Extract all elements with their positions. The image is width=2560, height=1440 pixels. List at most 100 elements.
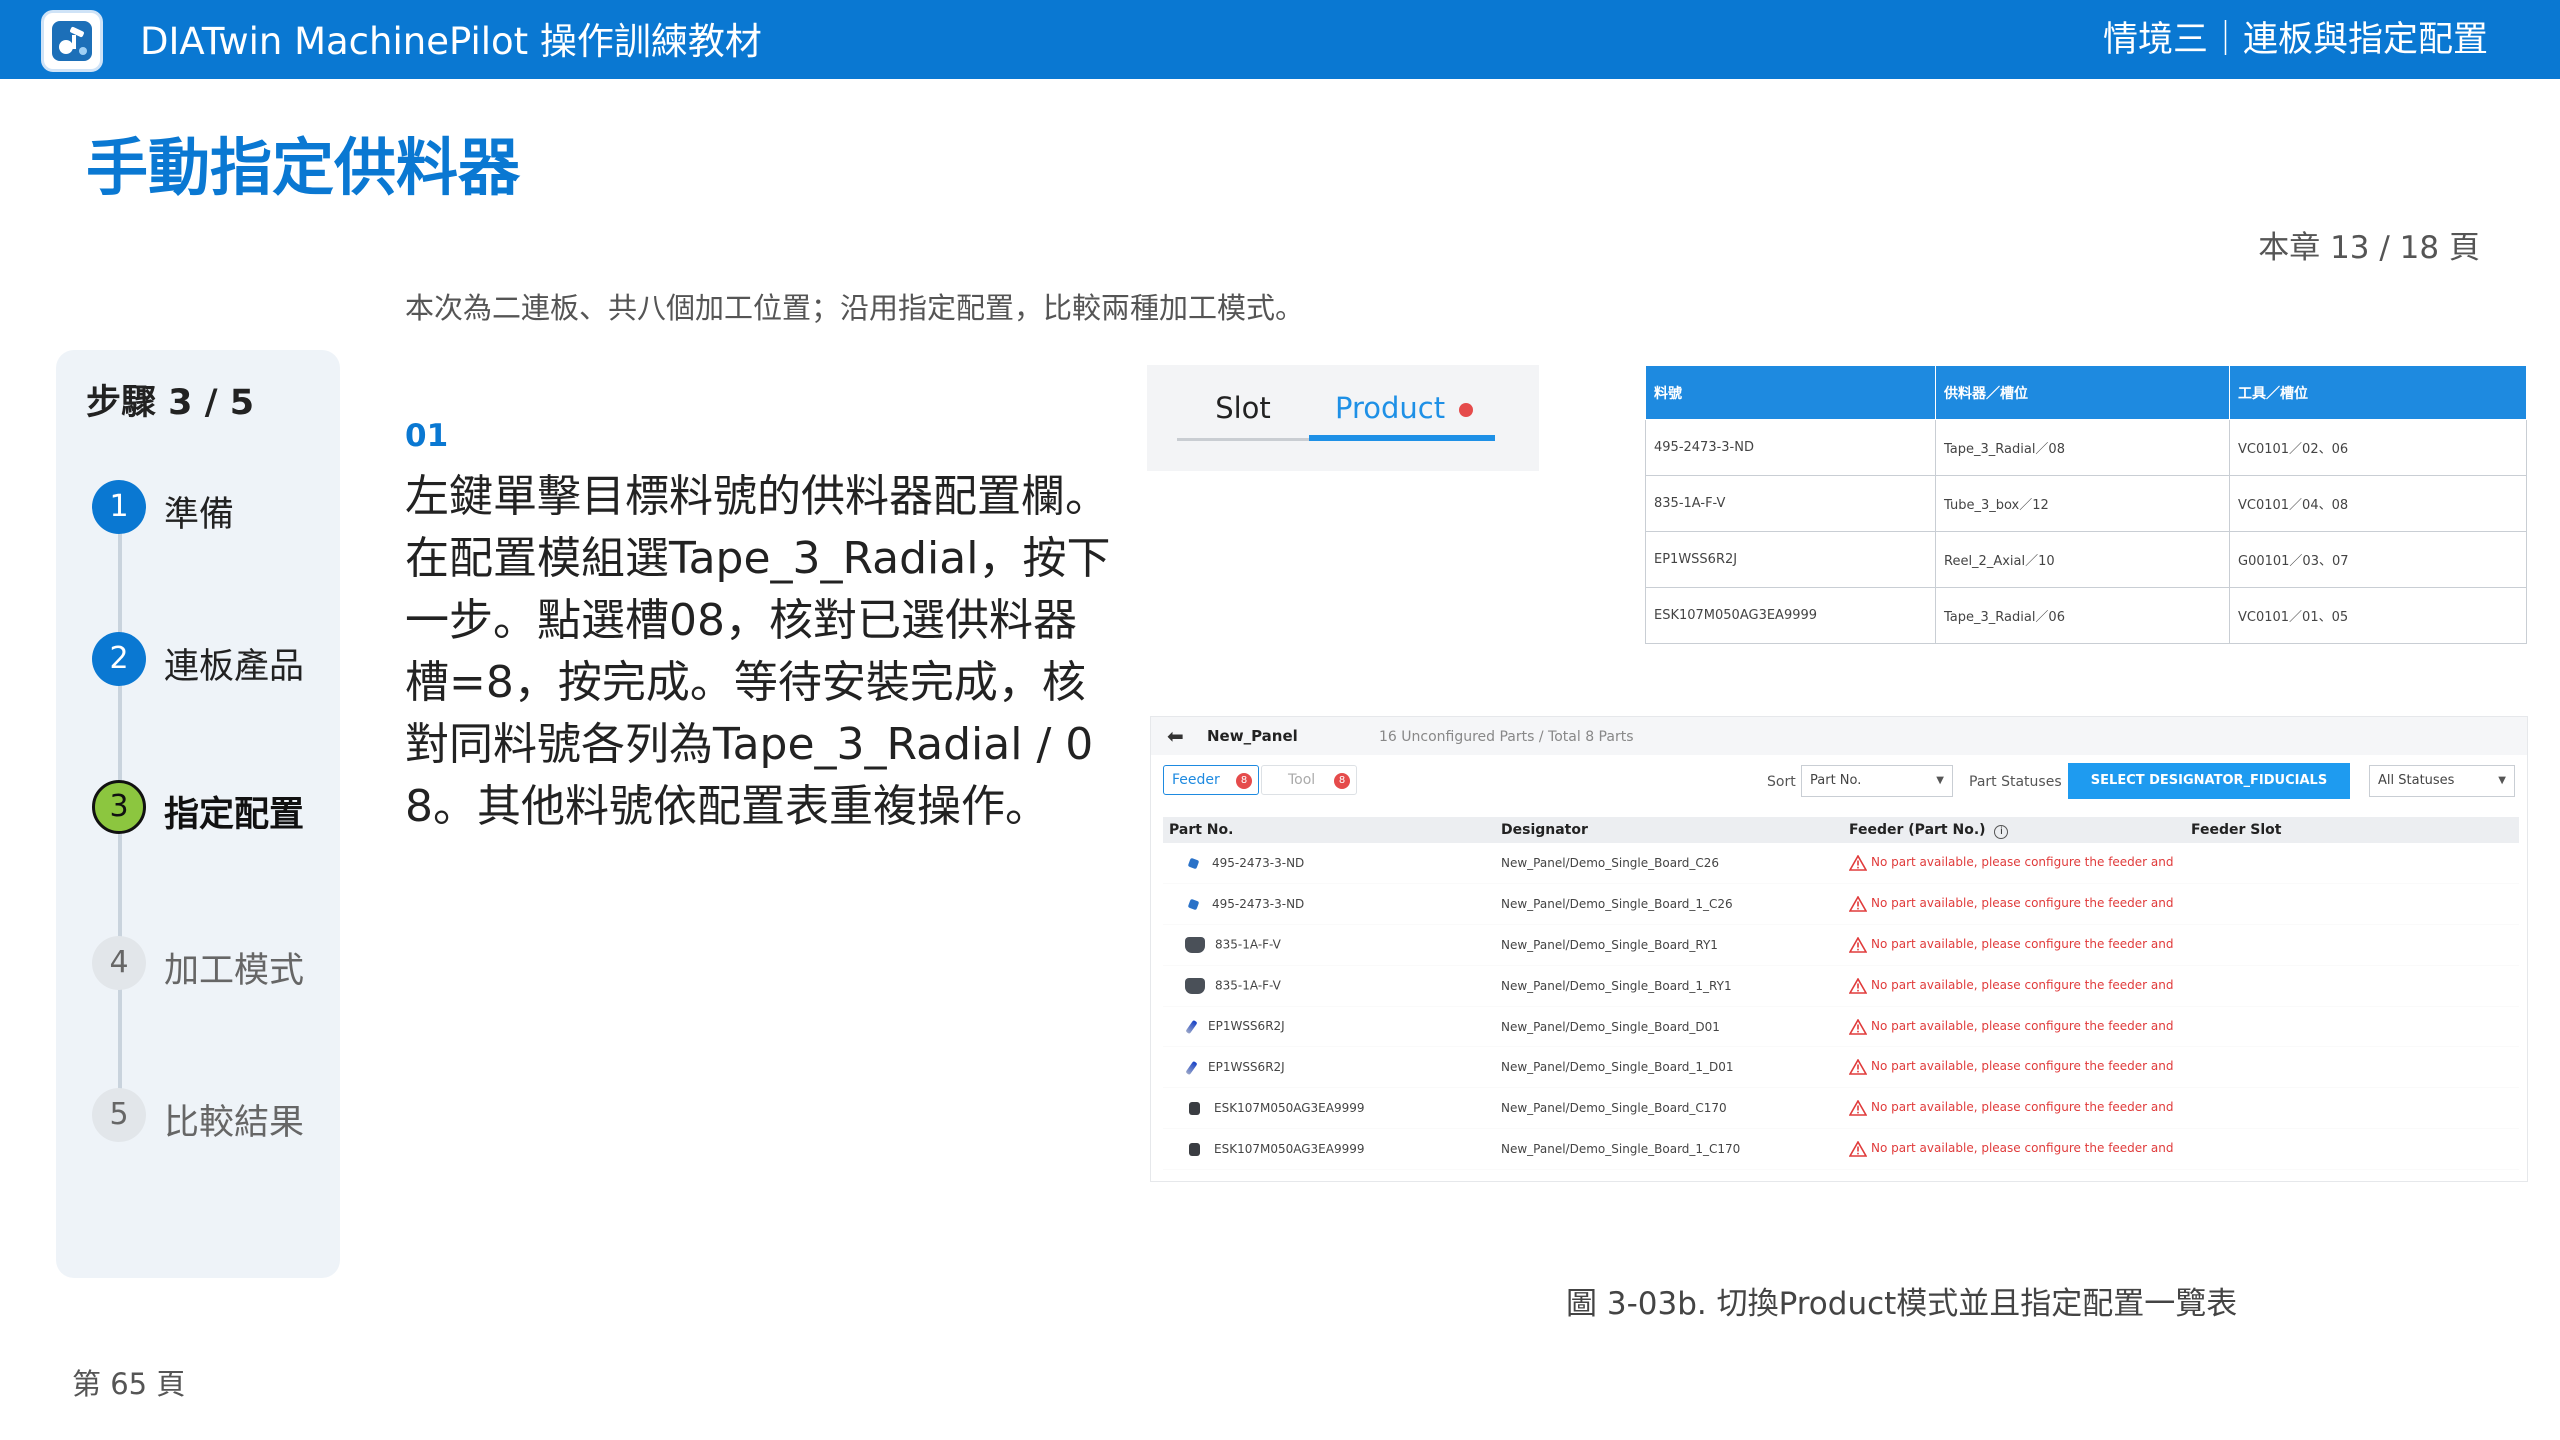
warning-icon [1849, 896, 1867, 912]
table-cell: ESK107M050AG3EA9999 [1645, 587, 1936, 644]
step-label: 指定配置 [164, 795, 305, 835]
part-number: ESK107M050AG3EA9999 [1214, 1101, 1365, 1116]
step-item-compare-results[interactable]: 5 比較結果 [92, 1088, 332, 1144]
panel-toolbar: Feeder 8 Tool 8 Sort Part No. ▼ Part Sta… [1151, 755, 2527, 807]
status-filter-select[interactable]: All Statuses ▼ [2369, 765, 2515, 797]
table-row[interactable]: 495-2473-3-ND New_Panel/Demo_Single_Board… [1163, 843, 2519, 885]
feeder-slot-cell[interactable] [2185, 1087, 2519, 1130]
sort-label: Sort [1767, 774, 1796, 790]
table-header-row: Part No. Designator Feeder (Part No.) i … [1163, 817, 2519, 843]
table-row: EP1WSS6R2J Reel_2_Axial／10 G00101／03、07 [1645, 531, 2527, 588]
step-item-assign-config[interactable]: 3 指定配置 [92, 780, 332, 836]
parts-table: Part No. Designator Feeder (Part No.) i … [1163, 817, 2519, 1170]
designator-cell: New_Panel/Demo_Single_Board_1_D01 [1495, 1046, 1843, 1089]
step-counter: 步驟 3 / 5 [86, 383, 255, 423]
feeder-cell[interactable]: No part available, please configure the … [1843, 1087, 2185, 1130]
feeder-cell[interactable]: No part available, please configure the … [1843, 843, 2185, 885]
feeder-warning-text: No part available, please configure the … [1871, 936, 2174, 951]
table-cell: 835-1A-F-V [1645, 475, 1936, 532]
feeder-cell[interactable]: No part available, please configure the … [1843, 1006, 2185, 1048]
panel-parts-screenshot: ⬅ New_Panel 16 Unconfigured Parts / Tota… [1150, 716, 2528, 1182]
info-icon[interactable]: i [1994, 824, 2009, 839]
feeder-slot-cell[interactable] [2185, 1128, 2519, 1170]
tab-slot[interactable]: Slot [1177, 379, 1309, 441]
column-header: Feeder Slot [2185, 817, 2519, 843]
step-number: 3 [92, 780, 146, 834]
column-header: 供料器／槽位 [1935, 365, 2230, 420]
feeder-cell[interactable]: No part available, please configure the … [1843, 1128, 2185, 1170]
chevron-down-icon: ▼ [1936, 775, 1944, 786]
warning-icon [1849, 855, 1867, 871]
footer-page-number: 第 65 頁 [72, 1367, 186, 1401]
part-number: 495-2473-3-ND [1212, 856, 1305, 871]
part-number: ESK107M050AG3EA9999 [1214, 1141, 1365, 1156]
designator-cell: New_Panel/Demo_Single_Board_1_RY1 [1495, 965, 1843, 1007]
table-row[interactable]: 835-1A-F-V New_Panel/Demo_Single_Board_1_… [1163, 965, 2519, 1007]
step-item-prepare[interactable]: 1 準備 [92, 480, 332, 536]
warning-icon [1849, 977, 1867, 994]
part-cell: 495-2473-3-ND [1163, 883, 1495, 926]
part-cell: EP1WSS6R2J [1163, 1046, 1495, 1089]
relay-icon [1185, 936, 1205, 953]
column-header: Designator [1495, 817, 1843, 843]
step-item-process-mode[interactable]: 4 加工模式 [92, 936, 332, 992]
column-header-feeder: Feeder (Part No.) i [1843, 817, 2185, 843]
table-cell: Reel_2_Axial／10 [1935, 531, 2230, 588]
feeder-slot-cell[interactable] [2185, 1006, 2519, 1048]
table-row[interactable]: EP1WSS6R2J New_Panel/Demo_Single_Board_1_… [1163, 1046, 2519, 1089]
feeder-slot-cell[interactable] [2185, 924, 2519, 966]
unconfigured-count: 16 Unconfigured Parts / Total 8 Parts [1379, 729, 1634, 745]
designator-cell: New_Panel/Demo_Single_Board_C170 [1495, 1087, 1843, 1130]
warning-icon [1849, 1018, 1867, 1035]
feeder-slot-cell[interactable] [2185, 843, 2519, 885]
tab-feeder-label: Feeder [1172, 772, 1220, 788]
table-cell: VC0101／02、06 [2229, 419, 2527, 476]
feeder-slot-cell[interactable] [2185, 965, 2519, 1007]
select-designator-fiducials-button[interactable]: SELECT DESIGNATOR_FIDUCIALS [2068, 763, 2350, 799]
electrolytic-capacitor-icon [1189, 1142, 1200, 1156]
panel-header: ⬅ New_Panel 16 Unconfigured Parts / Tota… [1151, 717, 2527, 755]
table-cell: 495-2473-3-ND [1645, 419, 1936, 476]
back-arrow-icon[interactable]: ⬅ [1167, 726, 1184, 746]
app-logo-icon [41, 10, 103, 72]
feeder-slot-cell[interactable] [2185, 883, 2519, 926]
designator-cell: New_Panel/Demo_Single_Board_1_C170 [1495, 1128, 1843, 1170]
feeder-cell[interactable]: No part available, please configure the … [1843, 965, 2185, 1007]
table-cell: EP1WSS6R2J [1645, 531, 1936, 588]
app-title: DIATwin MachinePilot 操作訓練教材 [140, 20, 762, 63]
instruction-text: 左鍵單擊目標料號的供料器配置欄。在配置模組選Tape_3_Radial，按下一步… [405, 471, 1111, 832]
part-number: EP1WSS6R2J [1208, 1060, 1285, 1075]
part-cell: ESK107M050AG3EA9999 [1163, 1087, 1495, 1130]
feeder-count-badge: 8 [1236, 773, 1252, 789]
panel-name: New_Panel [1207, 727, 1298, 745]
chevron-down-icon: ▼ [2498, 775, 2506, 786]
table-row: 835-1A-F-V Tube_3_box／12 VC0101／04、08 [1645, 475, 2527, 532]
part-cell: 835-1A-F-V [1163, 924, 1495, 966]
step-label: 準備 [164, 495, 235, 535]
table-cell: G00101／03、07 [2229, 531, 2527, 588]
sort-select[interactable]: Part No. ▼ [1801, 765, 1953, 797]
table-row[interactable]: 835-1A-F-V New_Panel/Demo_Single_Board_RY… [1163, 924, 2519, 966]
table-row[interactable]: ESK107M050AG3EA9999 New_Panel/Demo_Single… [1163, 1087, 2519, 1130]
part-cell: 835-1A-F-V [1163, 965, 1495, 1007]
sort-value: Part No. [1810, 773, 1862, 788]
warning-icon [1849, 1140, 1867, 1157]
table-row[interactable]: ESK107M050AG3EA9999 New_Panel/Demo_Single… [1163, 1128, 2519, 1170]
step-item-panel-product[interactable]: 2 連板產品 [92, 632, 332, 688]
feeder-cell[interactable]: No part available, please configure the … [1843, 1046, 2185, 1089]
tab-product[interactable]: Product [1309, 379, 1495, 441]
top-bar: DIATwin MachinePilot 操作訓練教材 情境三｜連板與指定配置 [0, 0, 2560, 79]
warning-icon [1849, 936, 1867, 953]
diode-icon [1185, 1060, 1198, 1075]
feeder-cell[interactable]: No part available, please configure the … [1843, 924, 2185, 966]
feeder-warning-text: No part available, please configure the … [1871, 1059, 2174, 1074]
feeder-slot-cell[interactable] [2185, 1046, 2519, 1089]
tab-tool[interactable]: Tool 8 [1261, 765, 1357, 795]
feeder-cell[interactable]: No part available, please configure the … [1843, 883, 2185, 926]
tab-feeder[interactable]: Feeder 8 [1163, 765, 1259, 795]
chapter-page-counter: 本章 13 / 18 頁 [2258, 230, 2480, 266]
table-row[interactable]: EP1WSS6R2J New_Panel/Demo_Single_Board_D0… [1163, 1006, 2519, 1048]
feeder-warning-text: No part available, please configure the … [1871, 855, 2174, 870]
column-header-label: Feeder (Part No.) [1849, 821, 1986, 838]
table-row[interactable]: 495-2473-3-ND New_Panel/Demo_Single_Board… [1163, 883, 2519, 926]
